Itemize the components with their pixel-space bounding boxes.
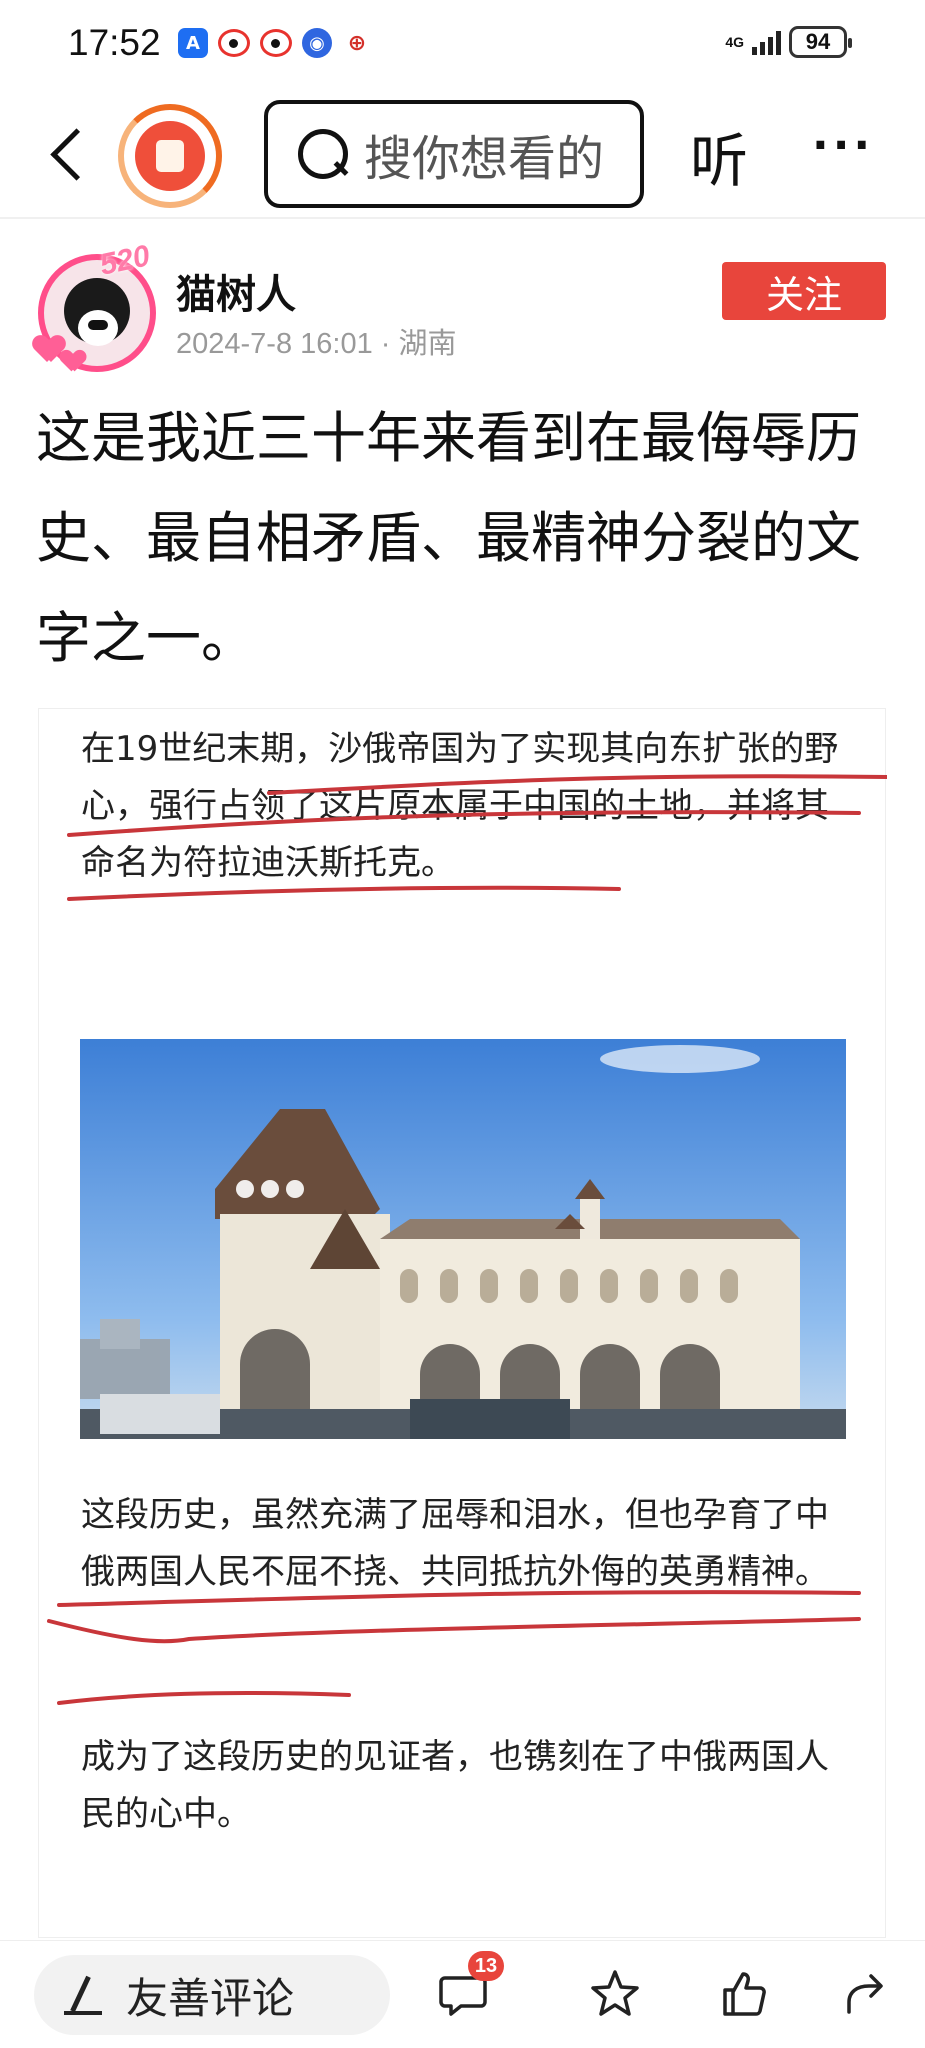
bottom-bar: 友善评论 13: [0, 1940, 925, 2048]
like-icon[interactable]: [710, 1959, 780, 2029]
pen-icon: [64, 1975, 104, 2015]
status-bar: 17:52 A ◉ ⊕ 4G 94: [0, 0, 925, 90]
post-meta: 2024-7-8 16:01 · 湖南: [176, 328, 457, 360]
comment-icon[interactable]: 13: [430, 1951, 504, 2029]
weibo-icon: [218, 29, 250, 57]
status-time: 17:52: [68, 22, 161, 63]
search-icon: [298, 129, 348, 179]
red-envelope-icon: [135, 121, 205, 191]
app-store-icon: A: [178, 28, 208, 58]
divider: [0, 217, 925, 219]
comment-input[interactable]: 友善评论: [34, 1955, 390, 2035]
avatar[interactable]: 520: [30, 239, 170, 374]
paragraph-2: 这段历史，虽然充满了屈辱和泪水，但也孕育了中俄两国人民不屈不挠、共同抵抗外侮的英…: [81, 1495, 829, 1592]
weibo-icon: [260, 29, 292, 57]
miaopai-icon: ⊕: [347, 30, 367, 56]
signal-icon: [752, 29, 781, 55]
share-icon[interactable]: [832, 1959, 902, 2029]
paragraph-1: 在19世纪末期，沙俄帝国为了实现其向东扩张的野心，强行占领了这片原本属于中国的土…: [81, 729, 839, 883]
back-icon[interactable]: [40, 116, 100, 196]
railway-station-photo: [80, 1039, 846, 1439]
red-packet-icon[interactable]: [118, 104, 222, 208]
search-placeholder: 搜你想看的: [364, 131, 605, 187]
comment-placeholder: 友善评论: [126, 1973, 295, 2023]
favorite-star-icon: [591, 1970, 639, 2016]
avatar-badge: 520: [97, 239, 153, 282]
paragraph-3: 成为了这段历史的见证者，也镌刻在了中俄两国人民的心中。: [81, 1737, 829, 1834]
station-illustration: [80, 1045, 846, 1439]
heart-icon: [61, 351, 85, 372]
status-right: 4G 94: [725, 26, 852, 58]
search-input[interactable]: 搜你想看的: [264, 100, 644, 208]
network-type: 4G: [725, 34, 744, 50]
author-name[interactable]: 猫树人: [176, 262, 296, 320]
thumbs-up-icon: [723, 1972, 766, 2016]
comment-count-badge: 13: [468, 1951, 504, 1981]
battery-level: 94: [805, 29, 831, 54]
follow-button[interactable]: 关注: [722, 262, 886, 320]
notification-icons: A ◉ ⊕: [178, 28, 372, 58]
browser-icon: ◉: [302, 28, 332, 58]
more-icon[interactable]: ···: [812, 120, 874, 171]
cat-nose: [88, 320, 108, 330]
star-icon[interactable]: [580, 1959, 650, 2029]
listen-button[interactable]: 听: [690, 114, 748, 198]
top-nav: 搜你想看的 听 ···: [0, 96, 925, 216]
post-title: 这是我近三十年来看到在最侮辱历史、最自相矛盾、最精神分裂的文字之一。: [36, 406, 862, 670]
share-arrow-icon: [847, 1974, 883, 2014]
article-image[interactable]: 在19世纪末期，沙俄帝国为了实现其向东扩张的野心，强行占领了这片原本属于中国的土…: [38, 708, 887, 1938]
battery-icon: 94: [789, 26, 852, 58]
